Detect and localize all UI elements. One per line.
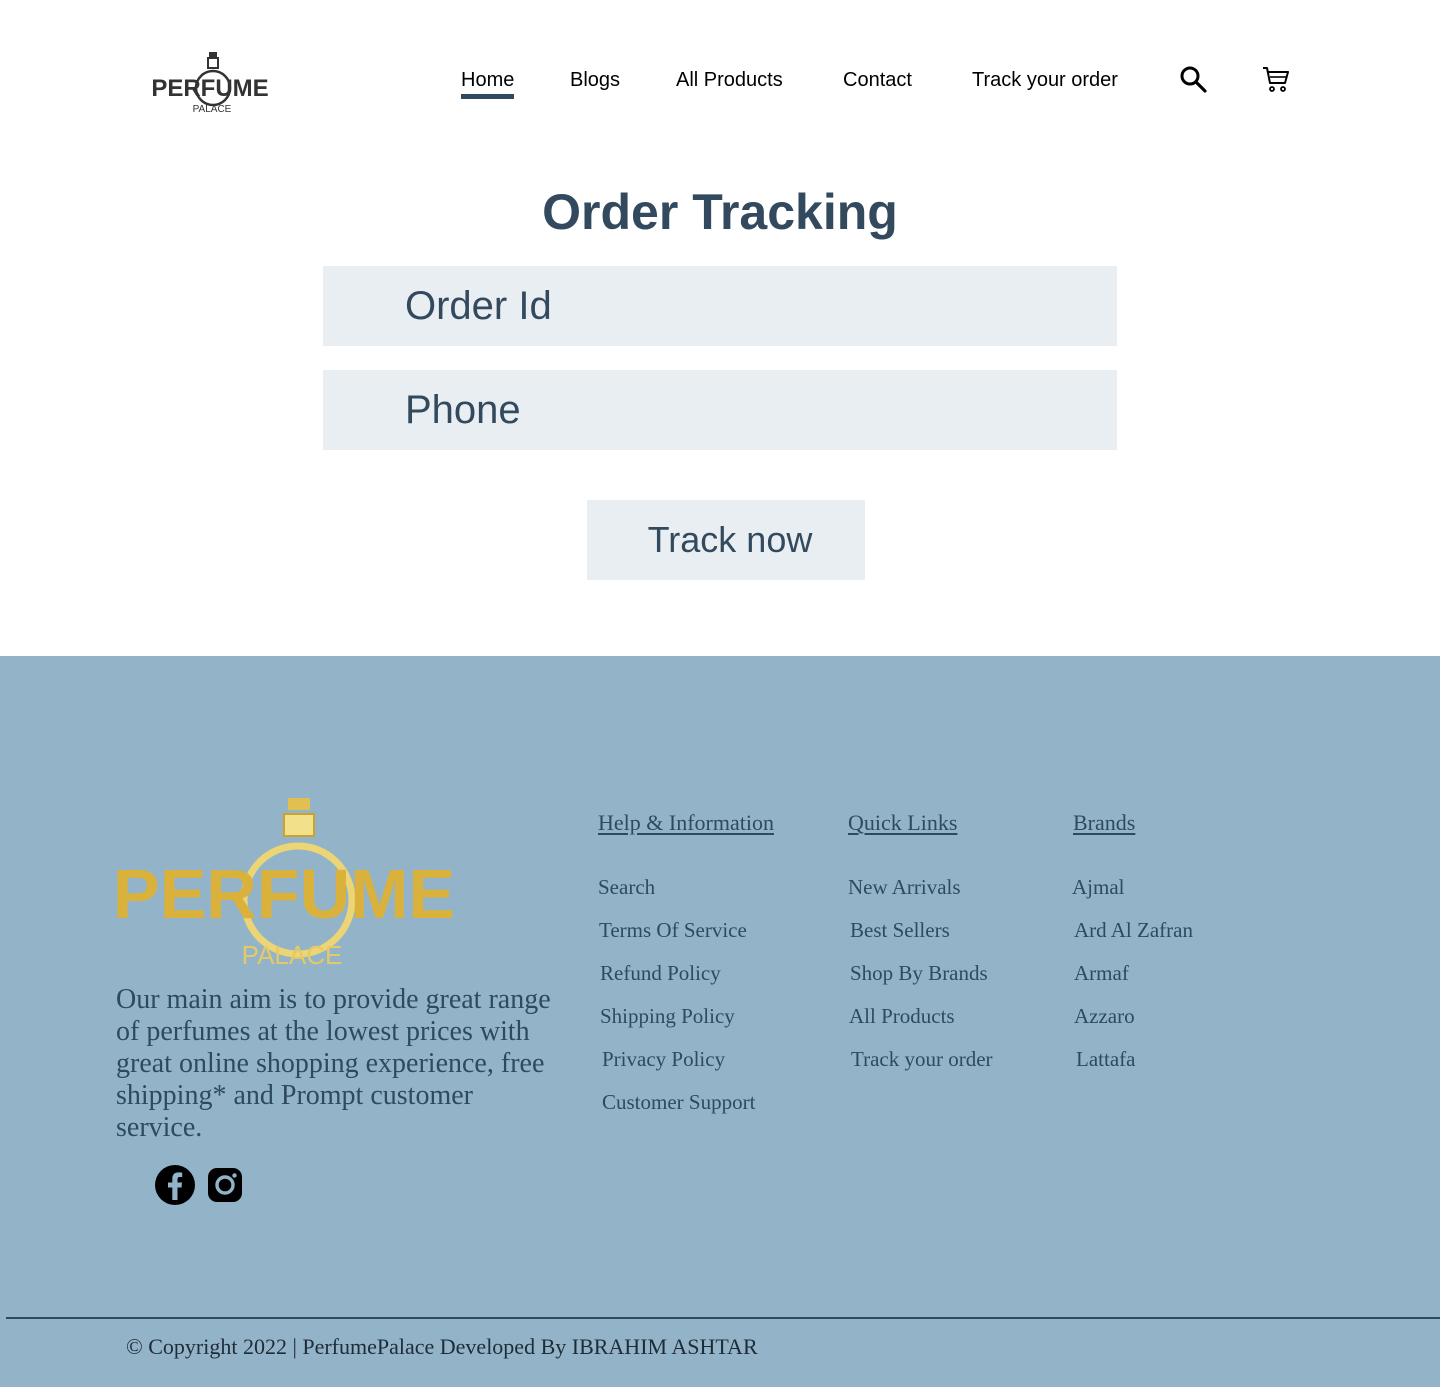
footer-link-new-arrivals[interactable]: New Arrivals (848, 874, 961, 900)
footer-link-terms[interactable]: Terms Of Service (599, 917, 747, 943)
phone-input[interactable] (323, 370, 1117, 450)
footer-brand-logo[interactable]: PERFUME PALACE (116, 796, 456, 970)
footer-link-ajmal[interactable]: Ajmal (1072, 874, 1125, 900)
nav-home[interactable]: Home (461, 66, 515, 99)
footer-link-shipping[interactable]: Shipping Policy (600, 1003, 735, 1029)
footer-link-shop-by-brands[interactable]: Shop By Brands (850, 960, 988, 986)
cart-icon[interactable] (1261, 64, 1291, 94)
nav-contact[interactable]: Contact (843, 66, 912, 94)
footer-heading-help[interactable]: Help & Information (598, 810, 774, 836)
footer-link-track-order[interactable]: Track your order (851, 1046, 993, 1072)
footer-link-search[interactable]: Search (598, 874, 655, 900)
footer-link-azzaro[interactable]: Azzaro (1074, 1003, 1135, 1029)
footer-link-all-products[interactable]: All Products (849, 1003, 955, 1029)
footer-heading-brands[interactable]: Brands (1073, 810, 1135, 836)
footer-heading-quick-links[interactable]: Quick Links (848, 810, 957, 836)
page-title: Order Tracking (542, 184, 898, 240)
site-footer: PERFUME PALACE Our main aim is to provid… (0, 656, 1440, 1387)
main-nav: Home Blogs All Products Contact Track yo… (0, 66, 1440, 106)
footer-link-privacy[interactable]: Privacy Policy (602, 1046, 725, 1072)
track-now-button[interactable]: Track now (587, 500, 865, 580)
facebook-icon[interactable] (154, 1164, 196, 1206)
search-icon[interactable] (1178, 64, 1208, 94)
footer-link-ard-al-zafran[interactable]: Ard Al Zafran (1074, 917, 1193, 943)
nav-track-order[interactable]: Track your order (972, 66, 1118, 94)
order-id-input[interactable] (323, 266, 1117, 346)
footer-logo-text-main: PERFUME (116, 855, 455, 933)
nav-blogs[interactable]: Blogs (570, 66, 620, 94)
footer-about-text: Our main aim is to provide great range o… (116, 984, 551, 1143)
site-header: PERFUME PALACE Home Blogs All Products C… (0, 0, 1440, 150)
copyright-text: © Copyright 2022 | PerfumePalace Develop… (126, 1334, 758, 1359)
footer-link-support[interactable]: Customer Support (602, 1089, 755, 1115)
footer-link-refund[interactable]: Refund Policy (600, 960, 721, 986)
footer-logo-text-sub: PALACE (242, 940, 343, 970)
nav-all-products[interactable]: All Products (676, 66, 783, 94)
footer-link-armaf[interactable]: Armaf (1074, 960, 1129, 986)
instagram-icon[interactable] (204, 1164, 246, 1206)
footer-divider (6, 1317, 1440, 1319)
footer-link-best-sellers[interactable]: Best Sellers (850, 917, 950, 943)
footer-link-lattafa[interactable]: Lattafa (1076, 1046, 1135, 1072)
